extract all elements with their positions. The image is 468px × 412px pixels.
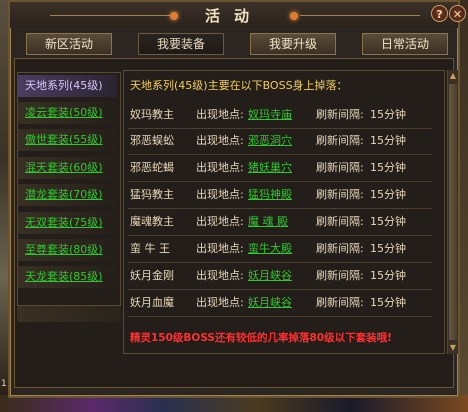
refresh-value: 15分钟: [370, 188, 406, 201]
tab-new-server-events[interactable]: 新区活动: [26, 33, 112, 55]
scroll-thumb[interactable]: [449, 84, 457, 340]
boss-name: 奴玛教主: [130, 108, 174, 121]
refresh-label: 刷新间隔:: [316, 269, 364, 282]
refresh-label: 刷新间隔:: [316, 188, 364, 201]
boss-name: 邪恶蜈蚣: [130, 134, 174, 147]
boss-name: 邪恶蛇蝎: [130, 161, 174, 174]
tab-bar: 新区活动 我要装备 我要升级 日常活动: [14, 31, 454, 57]
refresh-label: 刷新间隔:: [316, 242, 364, 255]
row-divider: [128, 181, 432, 182]
series-item-lingyun[interactable]: 凌云套装(50级): [17, 102, 117, 124]
refresh-value: 15分钟: [370, 108, 406, 121]
window-title: 活动: [204, 7, 263, 25]
boss-row: 魔魂教主 出现地点: 魔 魂 殿 刷新间隔: 15分钟: [124, 210, 434, 234]
series-item-tianlong[interactable]: 天龙套装(85级): [17, 266, 117, 288]
refresh-value: 15分钟: [370, 269, 406, 282]
location-label: 出现地点:: [196, 134, 244, 147]
sidebar-footer: [17, 306, 121, 322]
series-item-zhizun[interactable]: 至尊套装(80级): [17, 239, 117, 261]
refresh-value: 15分钟: [370, 296, 406, 309]
refresh-value: 15分钟: [370, 242, 406, 255]
boss-row: 妖月金刚 出现地点: 妖月峡谷 刷新间隔: 15分钟: [124, 264, 434, 288]
location-link[interactable]: 蛮牛大殿: [248, 237, 292, 261]
boss-row: 猛犸教主 出现地点: 猛犸神殿 刷新间隔: 15分钟: [124, 183, 434, 207]
game-background-right: [460, 0, 468, 395]
help-button[interactable]: ?: [431, 5, 448, 22]
scroll-down-arrow-icon[interactable]: ▼: [448, 342, 458, 354]
location-label: 出现地点:: [196, 108, 244, 121]
scroll-up-arrow-icon[interactable]: ▲: [448, 70, 458, 82]
location-link[interactable]: 妖月峡谷: [248, 291, 292, 315]
boss-row: 奴玛教主 出现地点: 奴玛寺庙 刷新间隔: 15分钟: [124, 103, 434, 127]
refresh-label: 刷新间隔:: [316, 108, 364, 121]
refresh-label: 刷新间隔:: [316, 215, 364, 228]
tab-get-equipment[interactable]: 我要装备: [138, 33, 224, 55]
row-divider: [128, 289, 432, 290]
location-label: 出现地点:: [196, 296, 244, 309]
drop-heading: 天地系列(45级)主要在以下BOSS身上掉落：: [130, 79, 348, 92]
boss-list-scrollbar[interactable]: ▲ ▼: [447, 70, 458, 354]
boss-row: 邪恶蜈蚣 出现地点: 邪恶洞穴 刷新间隔: 15分钟: [124, 129, 434, 153]
location-label: 出现地点:: [196, 215, 244, 228]
location-label: 出现地点:: [196, 242, 244, 255]
refresh-value: 15分钟: [370, 134, 406, 147]
location-link[interactable]: 妖月峡谷: [248, 264, 292, 288]
tab-daily-events[interactable]: 日常活动: [362, 33, 448, 55]
boss-name: 妖月金刚: [130, 269, 174, 282]
location-link[interactable]: 魔 魂 殿: [248, 210, 288, 234]
boss-name: 魔魂教主: [130, 215, 174, 228]
refresh-label: 刷新间隔:: [316, 161, 364, 174]
location-link[interactable]: 邪恶洞穴: [248, 129, 292, 153]
boss-name: 猛犸教主: [130, 188, 174, 201]
refresh-value: 15分钟: [370, 161, 406, 174]
row-divider: [128, 235, 432, 236]
boss-name: 妖月血魔: [130, 296, 174, 309]
boss-name: 蛮 牛 王: [130, 242, 170, 255]
location-link[interactable]: 奴玛寺庙: [248, 103, 292, 127]
window-titlebar[interactable]: 活动: [10, 2, 458, 28]
corner-number: 1: [1, 379, 7, 389]
close-button[interactable]: ✕: [449, 5, 466, 22]
location-label: 出现地点:: [196, 161, 244, 174]
refresh-label: 刷新间隔:: [316, 134, 364, 147]
row-divider: [128, 208, 432, 209]
series-item-tiandi[interactable]: 天地系列(45级): [17, 75, 117, 97]
row-divider: [128, 154, 432, 155]
equipment-series-list: 天地系列(45级) 凌云套装(50级) 傲世套装(55级) 混天套装(60级) …: [17, 73, 120, 305]
series-item-aoshi[interactable]: 傲世套装(55级): [17, 129, 117, 151]
series-item-wushuang[interactable]: 无双套装(75级): [17, 212, 117, 234]
location-link[interactable]: 猛犸神殿: [248, 183, 292, 207]
row-divider: [128, 262, 432, 263]
series-item-qianlong[interactable]: 潜龙套装(70级): [17, 184, 117, 206]
refresh-label: 刷新间隔:: [316, 296, 364, 309]
boss-row: 蛮 牛 王 出现地点: 蛮牛大殿 刷新间隔: 15分钟: [124, 237, 434, 261]
boss-drop-list: 天地系列(45级)主要在以下BOSS身上掉落： 奴玛教主 出现地点: 奴玛寺庙 …: [124, 70, 434, 350]
boss-row: 邪恶蛇蝎 出现地点: 猪妖巢穴 刷新间隔: 15分钟: [124, 156, 434, 180]
location-label: 出现地点:: [196, 188, 244, 201]
tab-level-up[interactable]: 我要升级: [250, 33, 336, 55]
boss-row: 妖月血魔 出现地点: 妖月峡谷 刷新间隔: 15分钟: [124, 291, 434, 315]
series-item-huntian[interactable]: 混天套装(60级): [17, 157, 117, 179]
refresh-value: 15分钟: [370, 215, 406, 228]
row-divider: [128, 316, 432, 317]
location-link[interactable]: 猪妖巢穴: [248, 156, 292, 180]
location-label: 出现地点:: [196, 269, 244, 282]
drop-notice: 精灵150级BOSS还有较低的几率掉落80级以下套装哦!: [130, 332, 392, 344]
